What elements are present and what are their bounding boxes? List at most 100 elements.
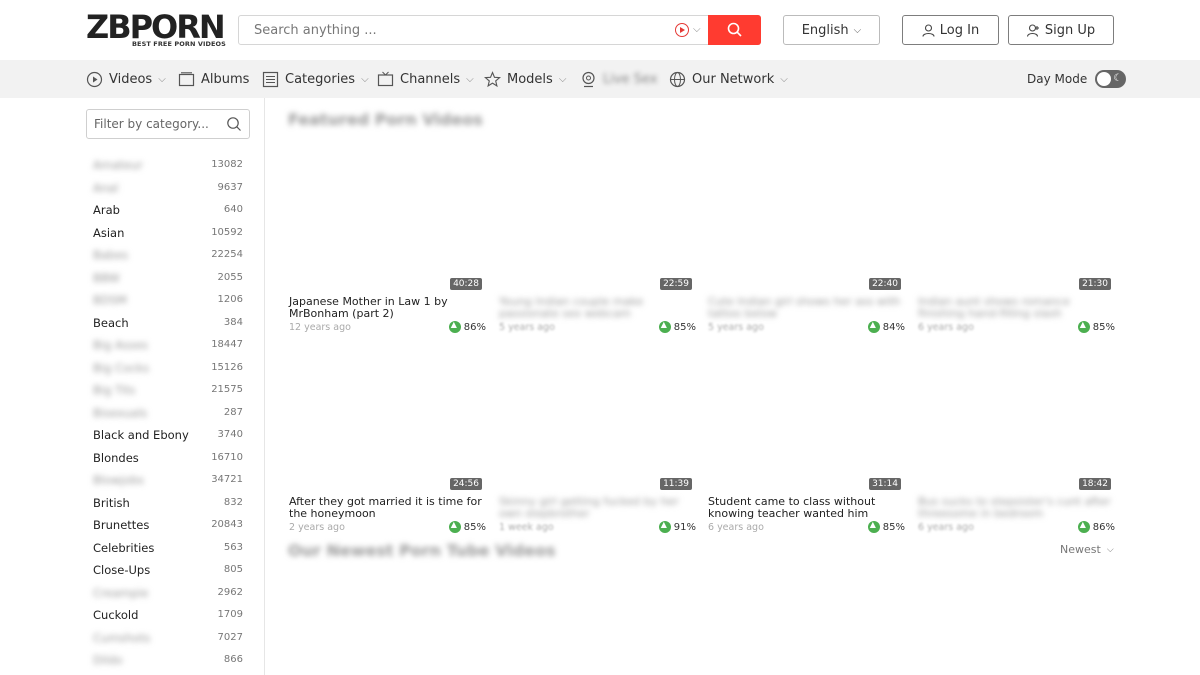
site-logo[interactable]: ZBPORN BEST FREE PORN VIDEOS [86, 9, 226, 51]
search-button[interactable] [708, 15, 761, 45]
sidebar-category-item[interactable]: British 832 [93, 492, 243, 515]
nav-label: Albums [201, 71, 250, 87]
nav-albums[interactable]: Albums [178, 60, 249, 98]
sidebar-category-item[interactable]: Amateur 13082 [93, 154, 243, 177]
rating-value: 86% [1092, 521, 1115, 533]
video-upload-age: 1 week ago [499, 522, 554, 533]
nav-models[interactable]: Models ⌵ [484, 60, 566, 98]
search-input[interactable] [239, 16, 669, 44]
video-title[interactable]: Indian aunt shows romance finishing hand… [918, 296, 1114, 320]
sidebar-category-item[interactable]: Close-Ups 805 [93, 559, 243, 582]
nav-label: Our Network [692, 71, 775, 87]
play-circle-icon [86, 71, 103, 87]
video-title[interactable]: Japanese Mother in Law 1 by MrBonham (pa… [289, 296, 485, 320]
category-count: 16710 [211, 451, 243, 463]
sidebar-category-item[interactable]: BBW 2055 [93, 267, 243, 290]
video-upload-age: 2 years ago [289, 522, 345, 533]
video-upload-age: 6 years ago [918, 522, 974, 533]
category-count: 287 [223, 406, 243, 418]
video-upload-age: 6 years ago [918, 322, 974, 333]
sidebar-category-item[interactable]: Big Asses 18447 [93, 334, 243, 357]
day-mode-toggle[interactable]: ☾ [1095, 70, 1127, 88]
category-filter-input[interactable] [87, 110, 222, 138]
video-title[interactable]: Bus sucks to stepsister's cunt after thr… [918, 496, 1114, 520]
nav-videos[interactable]: Videos ⌵ [86, 60, 166, 98]
category-name: Amateur [93, 158, 143, 172]
category-count: 15126 [211, 361, 243, 373]
video-title[interactable]: Student came to class without knowing te… [708, 496, 904, 520]
sidebar-category-item[interactable]: Cuckold 1709 [93, 604, 243, 627]
video-card[interactable]: 31:14 Student came to class without knowi… [707, 347, 905, 537]
thumbs-up-icon [867, 520, 880, 533]
login-button[interactable]: Log In [902, 15, 999, 45]
category-count: 34721 [211, 474, 243, 485]
sidebar-category-item[interactable]: Black and Ebony 3740 [93, 424, 243, 447]
search-type-dropdown[interactable]: ⌵ [675, 23, 705, 39]
sidebar-category-item[interactable]: Babes 22254 [93, 244, 243, 267]
thumbs-up-icon [1077, 520, 1090, 533]
category-sidebar: Amateur 13082 Anal 9637 Arab 640 Asian 10592 Bab… [0, 98, 265, 675]
sidebar-category-item[interactable]: Blondes 16710 [93, 447, 243, 470]
video-card[interactable]: 24:56 After they got married it is time f… [288, 347, 486, 537]
category-name: Beach [93, 315, 129, 330]
nav-live-sex[interactable]: Live Sex [580, 60, 657, 98]
category-name: Babes [93, 248, 129, 262]
sidebar-category-item[interactable]: Asian 10592 [93, 222, 243, 245]
video-duration: 11:39 [660, 478, 692, 490]
video-thumbnail[interactable] [288, 347, 486, 490]
video-card[interactable]: 18:42 Bus sucks to stepsister's cunt afte… [917, 347, 1115, 537]
language-selector[interactable]: English ⌵ [783, 15, 880, 45]
chevron-down-icon: ⌵ [361, 73, 369, 85]
nav-channels[interactable]: Channels ⌵ [377, 60, 474, 98]
video-thumbnail[interactable] [917, 147, 1115, 290]
sidebar-category-item[interactable]: Blowjobs 34721 [93, 469, 243, 492]
video-thumbnail[interactable] [917, 347, 1115, 490]
video-card[interactable]: 22:59 Young Indian couple make passionate… [498, 147, 696, 337]
video-title[interactable]: Skinny girl getting fucked by her own st… [499, 496, 695, 520]
category-name: Big Tits [93, 383, 136, 397]
sidebar-category-item[interactable]: Creampie 2962 [93, 582, 243, 605]
video-card[interactable]: 21:30 Indian aunt shows romance finishing… [917, 147, 1115, 337]
nav-our-network[interactable]: Our Network ⌵ [669, 60, 788, 98]
video-thumbnail[interactable] [288, 147, 486, 290]
sidebar-category-item[interactable]: Anal 9637 [93, 177, 243, 200]
video-thumbnail[interactable] [498, 147, 696, 290]
video-title[interactable]: Young Indian couple make passionate sex … [499, 296, 695, 320]
thumbs-up-icon [658, 320, 671, 333]
day-mode-switch[interactable]: Day Mode ☾ [1027, 60, 1127, 98]
chevron-down-icon: ⌵ [853, 24, 862, 36]
category-count: 866 [223, 654, 243, 665]
video-title[interactable]: After they got married it is time for th… [289, 496, 485, 520]
chevron-down-icon: ⌵ [780, 73, 788, 85]
day-mode-label: Day Mode [1027, 72, 1088, 86]
sidebar-category-item[interactable]: Brunettes 20843 [93, 514, 243, 537]
chevron-down-icon: ⌵ [158, 73, 166, 85]
signup-button[interactable]: Sign Up [1008, 15, 1114, 45]
video-title[interactable]: Cute Indian girl shows her ass with tatt… [708, 296, 904, 320]
toggle-knob [1097, 72, 1112, 86]
sidebar-category-item[interactable]: Big Tits 21575 [93, 379, 243, 402]
thumbs-up-icon [658, 520, 671, 533]
sidebar-category-item[interactable]: Beach 384 [93, 312, 243, 335]
nav-categories[interactable]: Categories ⌵ [262, 60, 369, 98]
sidebar-category-item[interactable]: Cumshots 7027 [93, 627, 243, 650]
sidebar-category-item[interactable]: Celebrities 563 [93, 537, 243, 560]
sidebar-category-item[interactable]: Bisexuals 287 [93, 402, 243, 425]
video-card[interactable]: 11:39 Skinny girl getting fucked by her o… [498, 347, 696, 537]
category-name: Cumshots [93, 630, 151, 645]
category-name: Arab [93, 203, 120, 217]
sidebar-category-item[interactable]: Arab 640 [93, 199, 243, 222]
video-thumbnail[interactable] [707, 147, 905, 290]
video-thumbnail[interactable] [498, 347, 696, 490]
video-duration: 24:56 [450, 478, 482, 490]
sidebar-category-item[interactable]: Big Cocks 15126 [93, 357, 243, 380]
video-card[interactable]: 22:40 Cute Indian girl shows her ass with… [707, 147, 905, 337]
add-user-icon [1026, 23, 1039, 37]
nav-label: Models [507, 71, 553, 87]
sort-dropdown[interactable]: Newest ⌵ [1060, 543, 1114, 556]
category-count: 640 [223, 204, 243, 215]
video-card[interactable]: 40:28 Japanese Mother in Law 1 by MrBonha… [288, 147, 486, 337]
video-thumbnail[interactable] [707, 347, 905, 490]
sidebar-category-item[interactable]: BDSM 1206 [93, 289, 243, 312]
sidebar-category-item[interactable]: Dildo 866 [93, 649, 243, 672]
